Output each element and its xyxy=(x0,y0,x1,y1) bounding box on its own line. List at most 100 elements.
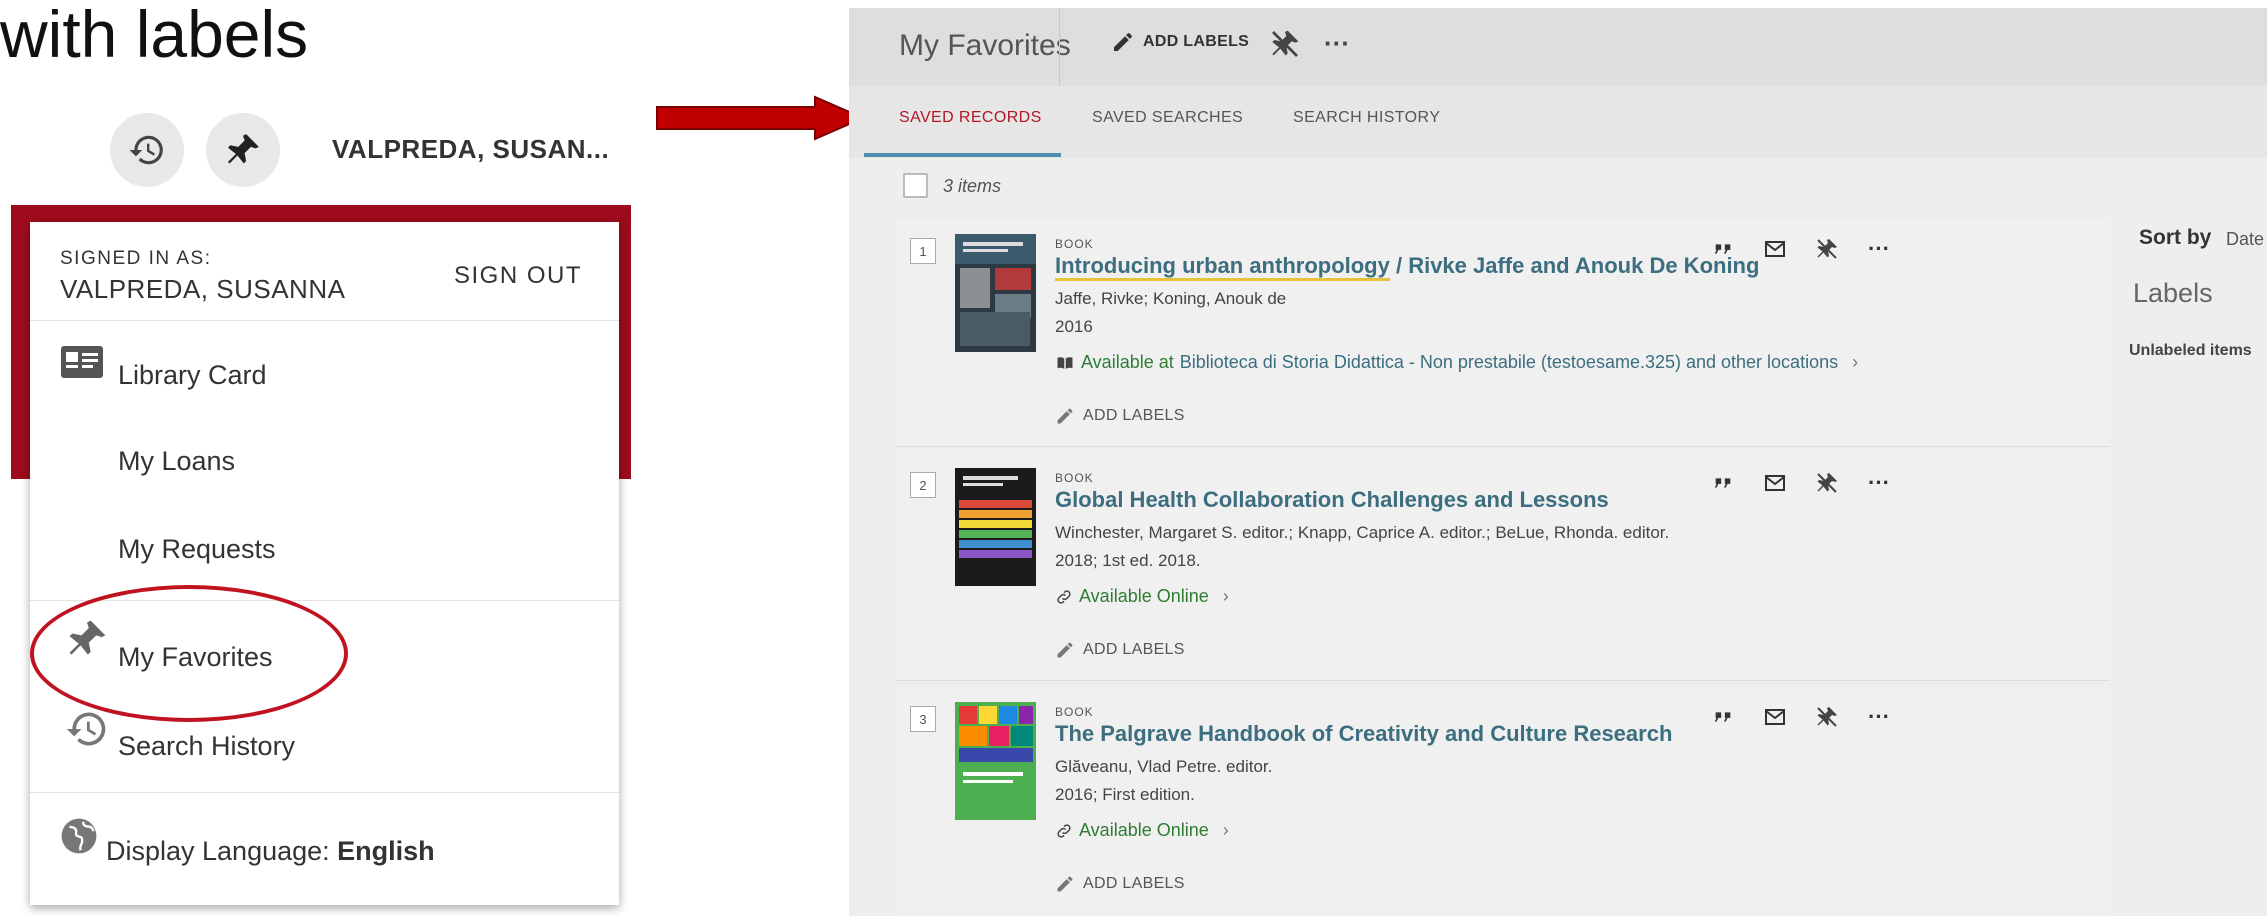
mail-icon xyxy=(1765,475,1785,491)
search-history-button[interactable] xyxy=(110,113,184,187)
email-button[interactable] xyxy=(1760,468,1790,498)
tab-saved-searches[interactable]: SAVED SEARCHES xyxy=(1092,109,1243,127)
record-item[interactable]: 2 BOOK Global Health Collaboration Chall… xyxy=(896,454,2110,681)
record-date: 2018; 1st ed. 2018. xyxy=(1055,551,1201,570)
user-name-button[interactable]: VALPREDA, SUSAN... xyxy=(332,134,609,165)
record-title-link[interactable]: Global Health Collaboration Challenges a… xyxy=(1055,487,1609,513)
record-more-button[interactable]: ··· xyxy=(1864,234,1894,264)
unpin-icon xyxy=(1817,239,1837,259)
add-labels-label: ADD LABELS xyxy=(1083,641,1185,658)
sort-by-label: Sort by xyxy=(2139,226,2212,249)
quote-icon xyxy=(1714,244,1731,254)
display-language-selector[interactable]: Display Language: English xyxy=(60,812,600,882)
add-labels-label: ADD LABELS xyxy=(1143,33,1250,50)
quote-icon xyxy=(1714,712,1731,722)
record-title-rest: / Rivke Jaffe and Anouk De Koning xyxy=(1389,253,1760,278)
unpin-all-button[interactable] xyxy=(1269,28,1301,60)
record-authors: Jaffe, Rivke; Koning, Anouk de xyxy=(1055,289,1287,308)
history-icon xyxy=(129,135,163,165)
more-options-button[interactable]: ··· xyxy=(1324,28,1350,59)
signed-in-label: SIGNED IN AS: xyxy=(60,248,212,269)
availability-link[interactable]: Available at Biblioteca di Storia Didatt… xyxy=(1055,352,1858,373)
add-labels-button[interactable]: ADD LABELS xyxy=(1111,30,1249,54)
pencil-icon xyxy=(1057,642,1073,658)
unpin-button[interactable] xyxy=(1812,702,1842,732)
record-actions: ··· xyxy=(1708,234,1908,264)
record-add-labels-button[interactable]: ADD LABELS xyxy=(1055,874,1185,894)
pin-icon xyxy=(227,134,259,164)
record-type: BOOK xyxy=(1055,705,1094,719)
chevron-right-icon: › xyxy=(1222,586,1229,606)
favorites-toolbar: My Favorites ADD LABELS ··· xyxy=(849,8,2267,86)
link-icon xyxy=(1057,589,1071,604)
record-title-link[interactable]: The Palgrave Handbook of Creativity and … xyxy=(1055,721,1672,747)
pencil-icon xyxy=(1057,876,1073,892)
divider xyxy=(30,792,619,793)
record-authors: Winchester, Margaret S. editor.; Knapp, … xyxy=(1055,523,1670,542)
mail-icon xyxy=(1765,241,1785,257)
favorites-panel: My Favorites ADD LABELS ··· SAVED RECORD… xyxy=(849,8,2267,916)
annotation-arrow-icon xyxy=(656,95,865,141)
record-add-labels-button[interactable]: ADD LABELS xyxy=(1055,406,1185,426)
favorites-tabs xyxy=(849,86,2267,158)
record-number: 1 xyxy=(910,238,936,264)
record-more-button[interactable]: ··· xyxy=(1864,702,1894,732)
availability-location: Biblioteca di Storia Didattica - Non pre… xyxy=(1179,352,1839,372)
history-icon xyxy=(65,707,109,751)
book-cover-thumbnail[interactable] xyxy=(955,702,1036,820)
record-add-labels-button[interactable]: ADD LABELS xyxy=(1055,640,1185,660)
availability-link[interactable]: Available Online › xyxy=(1055,586,1229,607)
availability-link[interactable]: Available Online › xyxy=(1055,820,1229,841)
chevron-right-icon: › xyxy=(1222,820,1229,840)
display-language-text: Display Language: English xyxy=(106,836,435,867)
unpin-icon xyxy=(1272,30,1299,57)
record-more-button[interactable]: ··· xyxy=(1864,468,1894,498)
menu-item-my-loans[interactable]: My Loans xyxy=(118,446,235,477)
annotation-ellipse xyxy=(30,585,348,722)
mail-icon xyxy=(1765,709,1785,725)
menu-item-library-card[interactable]: Library Card xyxy=(60,340,600,410)
unlabeled-items-filter[interactable]: Unlabeled items xyxy=(2129,342,2252,360)
display-language-value: English xyxy=(337,836,435,866)
record-title-link[interactable]: Introducing urban anthropology / Rivke J… xyxy=(1055,253,1760,281)
item-count: 3 items xyxy=(943,176,1002,196)
user-menu-dropdown: SIGNED IN AS: VALPREDA, SUSANNA SIGN OUT… xyxy=(30,222,619,905)
add-labels-label: ADD LABELS xyxy=(1083,875,1185,892)
record-date: 2016; First edition. xyxy=(1055,785,1195,804)
unpin-icon xyxy=(1817,473,1837,493)
chevron-right-icon: › xyxy=(1852,352,1859,372)
page-title: My Favorites xyxy=(899,29,1071,62)
labels-heading: Labels xyxy=(2133,278,2213,308)
favorites-button[interactable] xyxy=(206,113,280,187)
globe-icon xyxy=(60,817,98,855)
record-item[interactable]: 1 BOOK Introducing urban anthropology / … xyxy=(896,220,2110,447)
email-button[interactable] xyxy=(1760,702,1790,732)
link-icon xyxy=(1057,823,1071,838)
select-all-checkbox[interactable] xyxy=(903,173,928,198)
citation-button[interactable] xyxy=(1708,234,1738,264)
sort-by-dropdown[interactable]: Date xyxy=(2226,229,2264,250)
pencil-icon xyxy=(1114,32,1133,51)
record-type: BOOK xyxy=(1055,471,1094,485)
citation-button[interactable] xyxy=(1708,468,1738,498)
record-number: 3 xyxy=(910,706,936,732)
pencil-icon xyxy=(1057,408,1073,424)
tab-search-history[interactable]: SEARCH HISTORY xyxy=(1293,109,1440,127)
display-language-label: Display Language: xyxy=(106,836,338,866)
sign-out-button[interactable]: SIGN OUT xyxy=(454,262,582,290)
unpin-button[interactable] xyxy=(1812,234,1842,264)
tab-saved-records[interactable]: SAVED RECORDS xyxy=(899,109,1042,127)
add-labels-label: ADD LABELS xyxy=(1083,407,1185,424)
record-item[interactable]: 3 BOOK The Palgrave Handbook of Creativi… xyxy=(896,688,2110,916)
availability-status: Available at xyxy=(1081,352,1174,372)
menu-item-my-requests[interactable]: My Requests xyxy=(118,534,276,565)
citation-button[interactable] xyxy=(1708,702,1738,732)
book-cover-thumbnail[interactable] xyxy=(955,468,1036,586)
book-cover-thumbnail[interactable] xyxy=(955,234,1036,352)
unpin-button[interactable] xyxy=(1812,468,1842,498)
record-authors: Glăveanu, Vlad Petre. editor. xyxy=(1055,757,1273,776)
record-title-main: Introducing urban anthropology xyxy=(1055,253,1390,281)
quote-icon xyxy=(1714,478,1731,488)
email-button[interactable] xyxy=(1760,234,1790,264)
id-card-icon xyxy=(60,340,104,384)
